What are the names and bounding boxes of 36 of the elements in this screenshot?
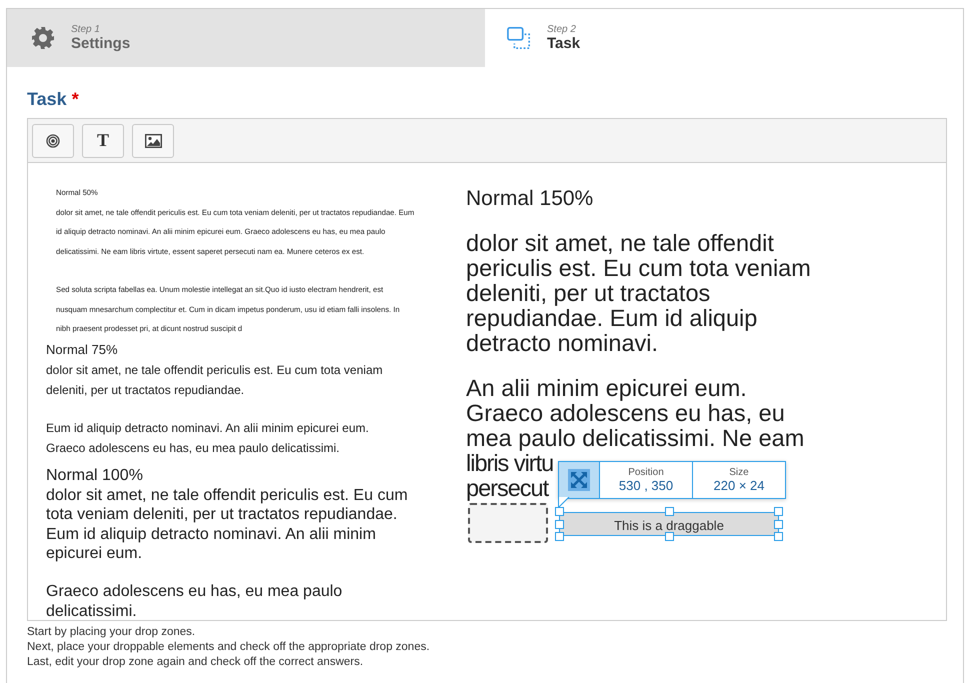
text-title: Normal 75% [46, 342, 118, 357]
instruction-text: Last, edit your drop zone again and check off the correct answers. [27, 656, 364, 668]
overlapping-squares-icon [507, 26, 531, 50]
resize-handle[interactable] [665, 532, 674, 541]
step-number: Step 2 [547, 24, 577, 35]
position-value: 530 , 350 [618, 478, 674, 493]
text-paragraph: Graeco adolescens eu has, eu mea paulo delicatissimi. [46, 582, 342, 620]
text-button[interactable]: T [82, 124, 124, 158]
text-title: Normal 150% [466, 187, 594, 210]
step-tab[interactable]: Step 1 Settings [7, 9, 485, 67]
text-title: Normal 100% [46, 467, 143, 484]
instruction-text: Start by placing your drop zones. [27, 626, 196, 638]
step-number: Step 1 [71, 24, 101, 35]
task-heading: Task [27, 89, 67, 110]
position-label: Position [628, 467, 664, 478]
text-paragraph: Eum id aliquip detracto nominavi. An alii minim epicurei eum. Graeco adolescens eu has, eu mea paulo delicatissimi. [46, 421, 369, 455]
required-mark: * [72, 89, 79, 110]
drop-zone-button[interactable] [32, 124, 74, 158]
text-line: libris virtu [466, 450, 554, 476]
resize-handle[interactable] [665, 507, 674, 516]
drop-zone[interactable] [468, 503, 548, 543]
step-label: Settings [71, 35, 130, 52]
instruction-text: Next, place your droppable elements and check off the appropriate drop zones. [27, 641, 430, 653]
size-label: Size [729, 467, 749, 478]
text-paragraph: dolor sit amet, ne tale offendit periculis est. Eu cum tota veniam deleniti, per ut tractatos repudiandae. [46, 363, 383, 397]
text-paragraph: dolor sit amet, ne tale offendit periculis est. Eu cum tota veniam deleniti, per ut tractatos repudiandae. Eum id aliquip detracto nominavi. An alii minim epicurei eum. [46, 486, 408, 562]
target-icon [46, 134, 60, 148]
draggable-element[interactable]: This is a draggable [559, 512, 779, 536]
image-button[interactable] [132, 124, 174, 158]
image-icon [144, 134, 162, 148]
text-paragraph: dolor sit amet, ne tale offendit periculis est. Eu cum tota veniam deleniti, per ut tractatos repudiandae. Eum id aliquip detracto nominavi. [466, 230, 811, 356]
text-line: persecut [466, 475, 548, 501]
move-icon [568, 469, 590, 491]
step-label: Task [547, 35, 580, 52]
gear-icon [31, 26, 55, 50]
size-value: 220 × 24 [714, 478, 764, 493]
